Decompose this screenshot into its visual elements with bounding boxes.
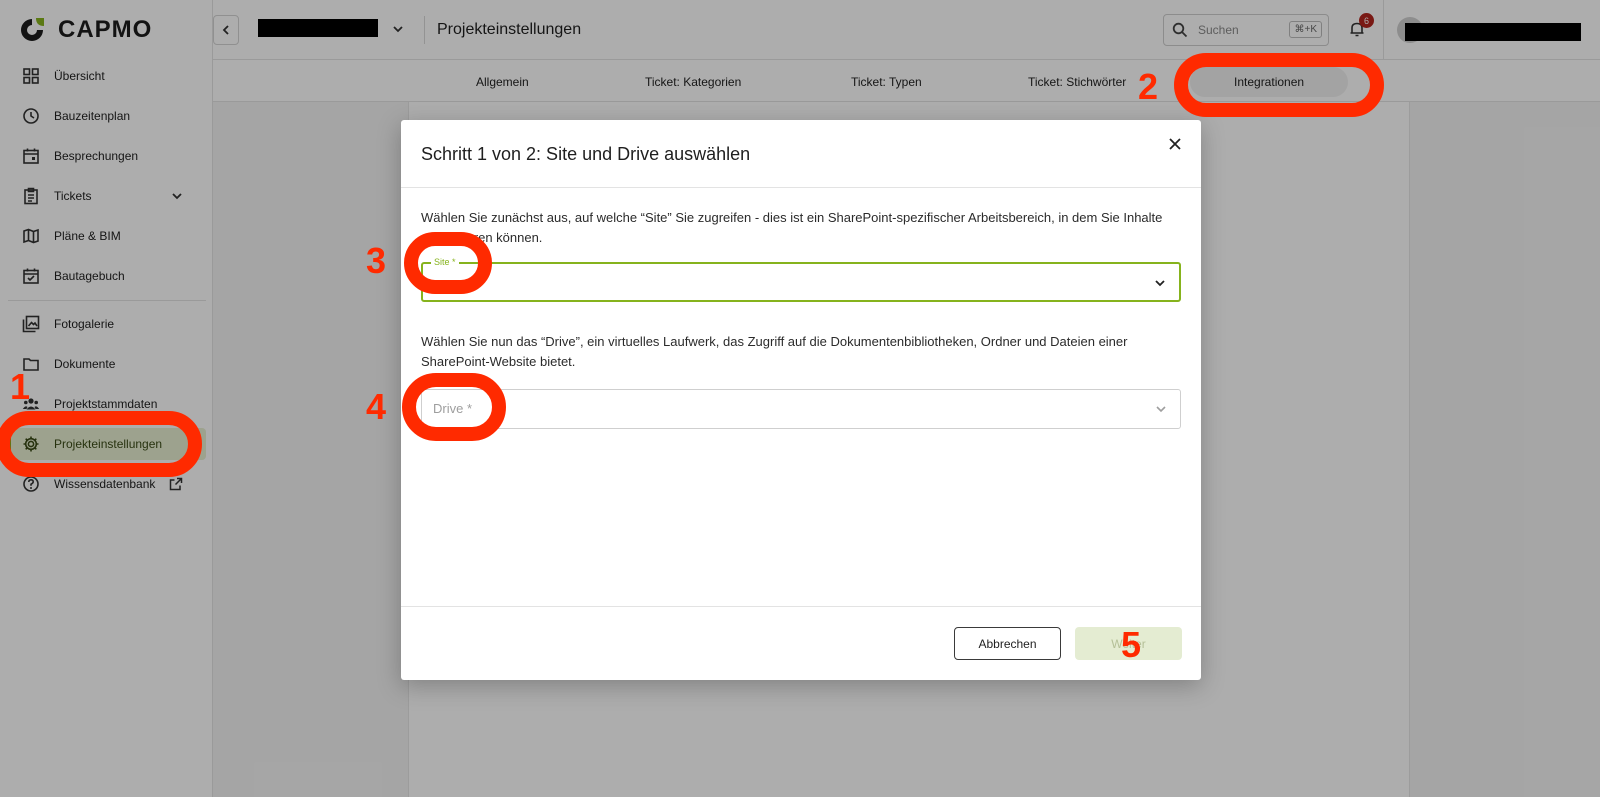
annotation-number-2: 2: [1138, 66, 1159, 107]
annotation-number-5: 5: [1121, 624, 1142, 665]
annotation-ring-2: [1174, 53, 1384, 117]
annotation-ring-3: [404, 232, 492, 294]
dialog-divider: [401, 606, 1201, 607]
site-description: Wählen Sie zunächst aus, auf welche “Sit…: [421, 210, 1163, 245]
drive-select[interactable]: Drive *: [421, 389, 1181, 429]
chevron-down-icon: [1156, 406, 1166, 413]
drive-description: Wählen Sie nun das “Drive”, ein virtuell…: [421, 334, 1128, 369]
dialog-title: Schritt 1 von 2: Site und Drive auswähle…: [421, 144, 751, 164]
site-select[interactable]: Site *: [421, 257, 1181, 302]
annotation-ring-1: [0, 411, 202, 477]
integration-dialog: Schritt 1 von 2: Site und Drive auswähle…: [401, 120, 1201, 680]
cancel-button[interactable]: Abbrechen: [954, 627, 1061, 660]
close-icon[interactable]: [1165, 134, 1185, 154]
chevron-down-icon: [1155, 280, 1165, 287]
annotation-number-4: 4: [366, 386, 387, 427]
annotation-number-3: 3: [366, 240, 387, 281]
annotation-ring-4: [402, 373, 506, 441]
dialog-divider: [401, 187, 1201, 188]
annotation-number-1: 1: [10, 366, 31, 407]
